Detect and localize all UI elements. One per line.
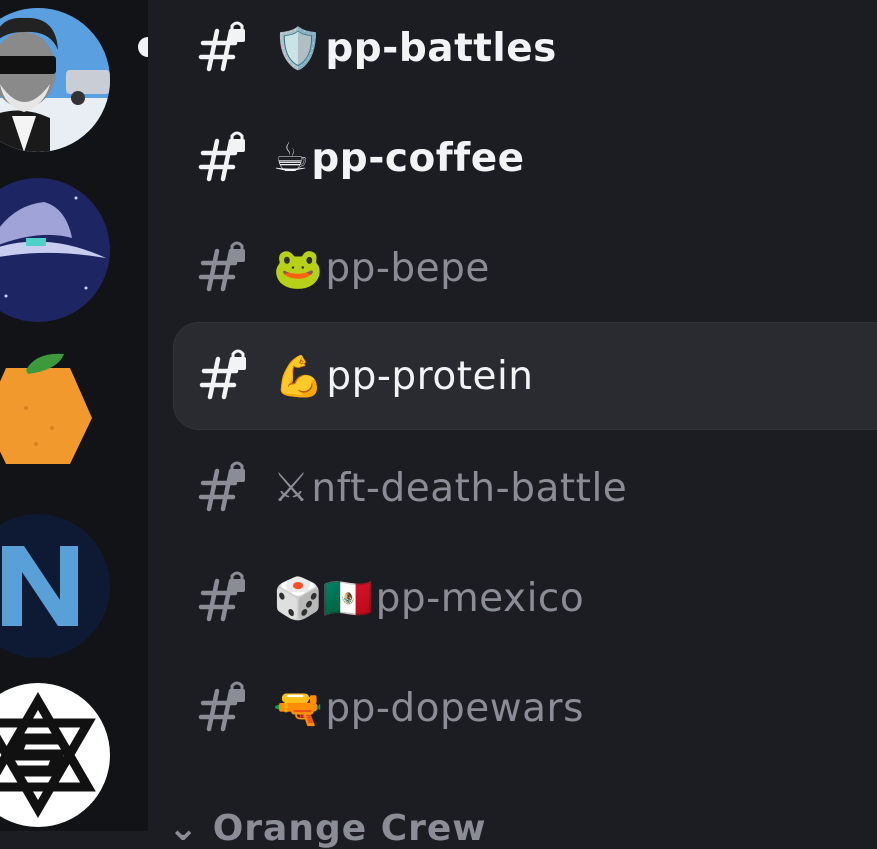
channel-list: 🛡️ pp-battles ☕ pp-coffee 🐸 pp-bepe 💪 pp-pro… [148,0,877,849]
locked-text-channel-icon [198,571,245,622]
channel-name: nft-death-battle [311,465,628,511]
channel-name: pp-mexico [375,575,585,621]
coffee-icon: ☕ [273,135,310,181]
shield-icon: 🛡️ [273,25,324,72]
channel-pp-dopewars[interactable]: 🔫 pp-dopewars [173,655,877,761]
avatar-star-s-logo-icon[interactable] [0,683,110,827]
chevron-down-icon: ⌄ [168,808,213,849]
channel-pp-coffee[interactable]: ☕ pp-coffee [173,105,877,211]
channel-nft-death-battle[interactable]: ⚔ nft-death-battle [173,435,877,541]
locked-text-channel-icon [199,349,246,400]
locked-text-channel-icon [198,241,245,292]
category-header[interactable]: ⌄ Orange Crew [168,808,487,849]
avatar-n-logo-icon[interactable] [0,514,110,658]
channel-name: pp-coffee [311,135,525,181]
flexed-biceps-icon: 💪 [274,353,325,400]
channel-pp-mexico[interactable]: 🎲🇲🇽 pp-mexico [173,545,877,651]
water-pistol-icon: 🔫 [273,685,324,732]
channel-name: pp-protein [326,353,534,399]
locked-text-channel-icon [198,131,245,182]
avatar-orange-icon[interactable] [0,348,110,492]
channel-pp-bepe[interactable]: 🐸 pp-bepe [173,215,877,321]
locked-text-channel-icon [198,681,245,732]
channel-name: pp-dopewars [325,685,584,731]
locked-text-channel-icon [198,21,245,72]
avatar-wizard-hat-icon[interactable] [0,178,110,322]
dice-mexico-flag-icon: 🎲🇲🇽 [273,575,374,622]
crossed-swords-icon: ⚔ [273,465,310,511]
server-rail [0,0,158,831]
channel-name: pp-battles [325,25,557,71]
locked-text-channel-icon [198,461,245,512]
channel-name: pp-bepe [325,245,490,291]
category-label: Orange Crew [212,808,487,849]
avatar-sunglasses-man-icon[interactable] [0,8,110,152]
channel-pp-protein[interactable]: 💪 pp-protein [173,322,877,430]
frog-icon: 🐸 [273,245,324,292]
channel-pp-battles[interactable]: 🛡️ pp-battles [173,0,877,101]
